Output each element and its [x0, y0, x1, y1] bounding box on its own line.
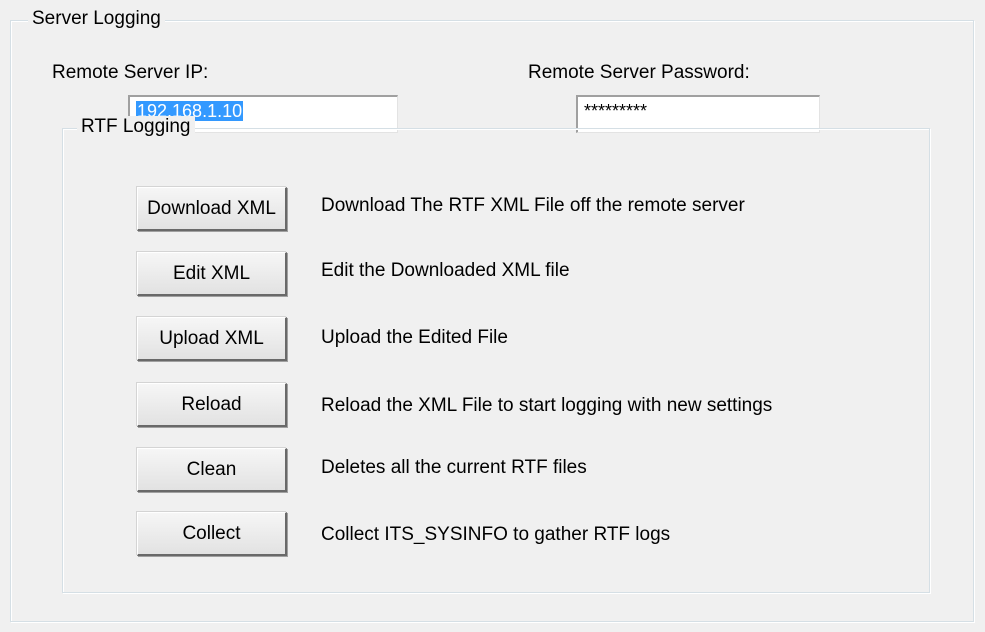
edit-xml-description: Edit the Downloaded XML file: [321, 260, 570, 281]
edit-xml-button[interactable]: Edit XML: [137, 252, 287, 296]
server-logging-panel: Server Logging Remote Server IP: 192.168…: [0, 0, 985, 632]
server-logging-title: Server Logging: [28, 8, 165, 30]
download-xml-button[interactable]: Download XML: [137, 187, 287, 231]
clean-description: Deletes all the current RTF files: [321, 457, 587, 478]
reload-button[interactable]: Reload: [137, 383, 287, 427]
remote-server-ip-label: Remote Server IP:: [52, 62, 209, 83]
rtf-logging-title: RTF Logging: [77, 116, 195, 138]
clean-button[interactable]: Clean: [137, 448, 287, 492]
reload-description: Reload the XML File to start logging wit…: [321, 395, 773, 416]
collect-description: Collect ITS_SYSINFO to gather RTF logs: [321, 524, 671, 545]
collect-button[interactable]: Collect: [137, 512, 287, 556]
remote-server-password-value: *********: [584, 101, 648, 121]
remote-server-password-label: Remote Server Password:: [528, 62, 750, 83]
upload-xml-description: Upload the Edited File: [321, 327, 508, 348]
upload-xml-button[interactable]: Upload XML: [137, 317, 287, 361]
download-xml-description: Download The RTF XML File off the remote…: [321, 195, 745, 216]
